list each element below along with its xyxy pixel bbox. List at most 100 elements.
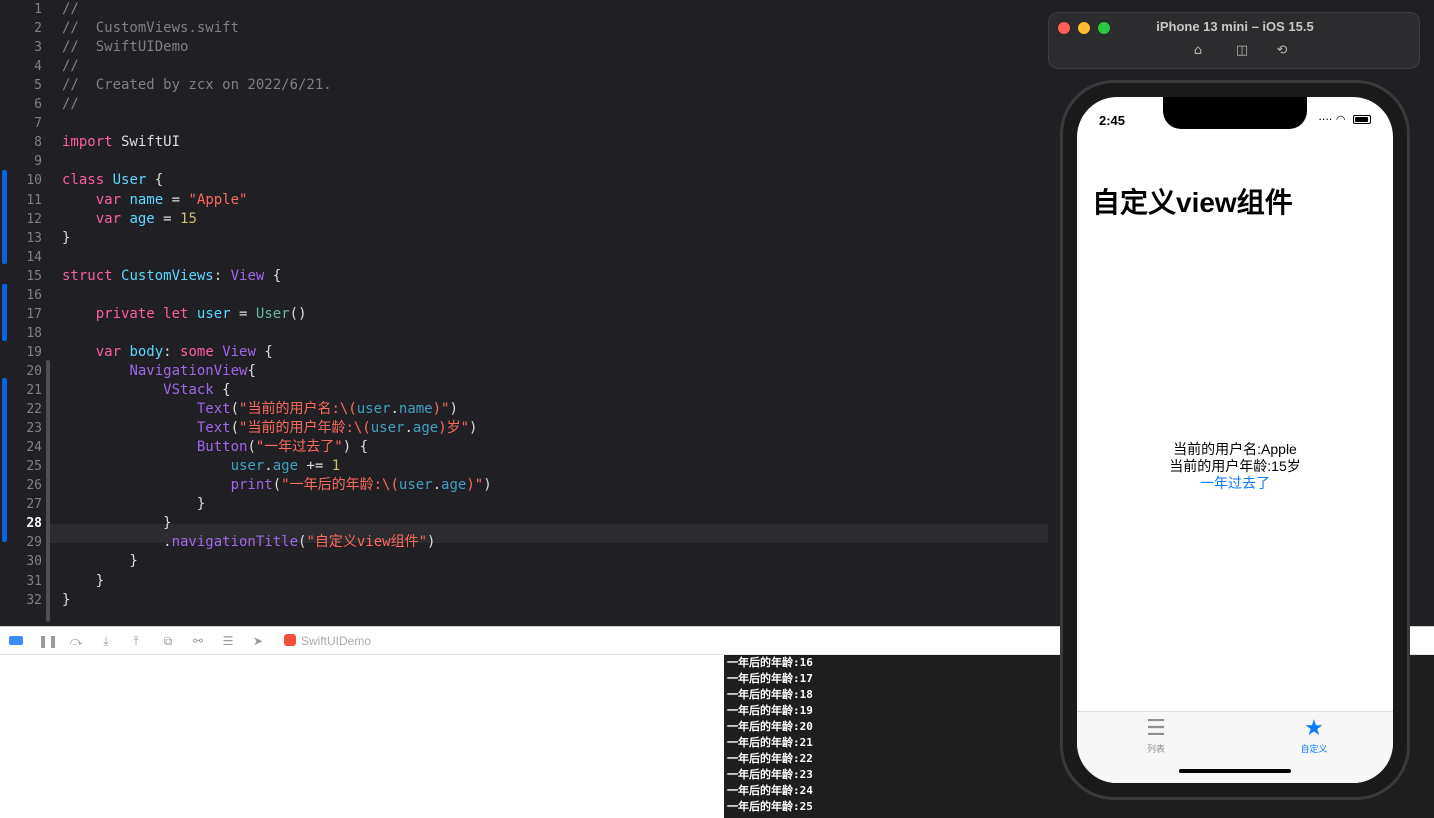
code-line[interactable]: }: [62, 229, 70, 248]
line-number[interactable]: 3: [0, 38, 42, 57]
code-line[interactable]: Text("当前的用户名:\(user.name)"): [62, 400, 458, 419]
tab-custom[interactable]: ★ 自定义: [1274, 716, 1354, 755]
step-out-icon[interactable]: ⤒: [128, 633, 144, 649]
code-token: var: [95, 211, 122, 227]
line-number[interactable]: 8: [0, 133, 42, 152]
code-token: //: [62, 96, 79, 112]
code-line[interactable]: // CustomViews.swift: [62, 19, 239, 38]
code-token: private: [95, 306, 155, 322]
step-over-icon[interactable]: ⤼: [68, 633, 84, 649]
user-name-text: 当前的用户名:Apple: [1173, 441, 1297, 457]
code-line[interactable]: Text("当前的用户年龄:\(user.age)岁"): [62, 419, 478, 438]
line-number[interactable]: 7: [0, 114, 42, 133]
code-line[interactable]: var name = "Apple": [62, 191, 248, 210]
code-line[interactable]: // SwiftUIDemo: [62, 38, 188, 57]
code-line[interactable]: var age = 15: [62, 210, 197, 229]
code-line[interactable]: class User {: [62, 171, 163, 190]
code-token: // Created by zcx on 2022/6/21.: [62, 77, 332, 93]
code-line[interactable]: //: [62, 0, 79, 19]
tab-custom-label: 自定义: [1300, 744, 1328, 754]
code-token: ): [483, 477, 492, 493]
line-number[interactable]: 6: [0, 95, 42, 114]
code-token: ): [427, 534, 436, 550]
code-token: :: [213, 268, 231, 284]
code-line[interactable]: .navigationTitle("自定义view组件"): [62, 533, 435, 552]
code-line[interactable]: }: [62, 591, 70, 610]
code-line[interactable]: NavigationView{: [62, 362, 255, 381]
screenshot-icon[interactable]: ◫: [1233, 43, 1251, 59]
line-number[interactable]: 2: [0, 19, 42, 38]
code-folding-ribbon[interactable]: [46, 360, 50, 622]
code-line[interactable]: VStack {: [62, 381, 230, 400]
code-line[interactable]: private let user = User(): [62, 305, 307, 324]
line-number[interactable]: 1: [0, 0, 42, 19]
line-number[interactable]: 15: [0, 267, 42, 286]
code-token: }: [62, 230, 71, 246]
user-age-text: 当前的用户年龄:15岁: [1169, 458, 1301, 474]
code-token: (): [289, 306, 307, 322]
code-line[interactable]: print("一年后的年龄:\(user.age)"): [62, 476, 492, 495]
line-number[interactable]: 5: [0, 76, 42, 95]
line-number[interactable]: 9: [0, 152, 42, 171]
tab-list[interactable]: ☰ 列表: [1116, 716, 1196, 755]
device-notch: [1163, 97, 1307, 129]
code-line[interactable]: }: [62, 572, 104, 591]
tab-list-label: 列表: [1146, 744, 1165, 754]
rotate-icon[interactable]: ⟲: [1273, 43, 1291, 59]
year-passed-button[interactable]: 一年过去了: [1077, 475, 1393, 492]
source-change-bar[interactable]: [2, 284, 7, 341]
code-line[interactable]: struct CustomViews: View {: [62, 267, 281, 286]
code-token: SwiftUI: [112, 134, 181, 150]
line-number[interactable]: 32: [0, 591, 42, 610]
device-screen[interactable]: 2:45 ···· ◠ 自定义view组件 当前的用户名:Apple 当前的用户…: [1077, 97, 1393, 783]
code-token: name: [398, 401, 433, 417]
home-icon[interactable]: ⌂: [1189, 43, 1207, 59]
pause-icon[interactable]: ❚❚: [38, 633, 58, 649]
scheme-label[interactable]: SwiftUIDemo: [301, 633, 371, 649]
code-line[interactable]: Button("一年过去了") {: [62, 438, 368, 457]
code-line[interactable]: //: [62, 95, 79, 114]
code-line[interactable]: user.age += 1: [62, 457, 341, 476]
view-hierarchy-icon[interactable]: ⧉: [160, 633, 176, 649]
line-number[interactable]: 19: [0, 343, 42, 362]
code-token: ): [469, 420, 478, 436]
environment-overrides-icon[interactable]: ☰: [220, 633, 236, 649]
code-line[interactable]: }: [62, 495, 205, 514]
code-token: // CustomViews.swift: [62, 20, 240, 36]
code-token: "一年后的年龄:\(: [281, 477, 399, 493]
code-token: navigationTitle: [171, 534, 299, 550]
source-change-bar[interactable]: [2, 170, 7, 264]
status-bar-icons: ···· ◠: [1318, 113, 1371, 126]
memory-graph-icon[interactable]: ⚯: [190, 633, 206, 649]
line-number[interactable]: 30: [0, 552, 42, 571]
code-token: .: [404, 420, 413, 436]
code-token: struct: [62, 268, 113, 284]
step-into-icon[interactable]: ⤓: [98, 633, 114, 649]
code-line[interactable]: //: [62, 57, 79, 76]
line-number[interactable]: 4: [0, 57, 42, 76]
swift-icon: [284, 634, 296, 646]
console-line: 一年后的年龄:24: [727, 784, 813, 797]
code-line[interactable]: // Created by zcx on 2022/6/21.: [62, 76, 332, 95]
code-token: .: [390, 401, 399, 417]
breakpoint-toggle-icon[interactable]: [8, 633, 24, 649]
code-line[interactable]: }: [62, 552, 138, 571]
code-line[interactable]: var body: some View {: [62, 343, 273, 362]
code-line[interactable]: }: [62, 514, 171, 533]
code-line[interactable]: import SwiftUI: [62, 133, 180, 152]
code-token: }: [62, 592, 71, 608]
source-change-bar[interactable]: [2, 378, 7, 542]
variables-view[interactable]: [0, 655, 724, 818]
code-token: }: [62, 553, 138, 569]
code-token: View: [230, 268, 265, 284]
console-line: 一年后的年龄:16: [727, 656, 813, 669]
line-number[interactable]: 31: [0, 572, 42, 591]
code-token: ) {: [342, 439, 369, 455]
location-icon[interactable]: ➤: [250, 633, 266, 649]
code-token: var: [95, 192, 122, 208]
console-line: 一年后的年龄:18: [727, 688, 813, 701]
